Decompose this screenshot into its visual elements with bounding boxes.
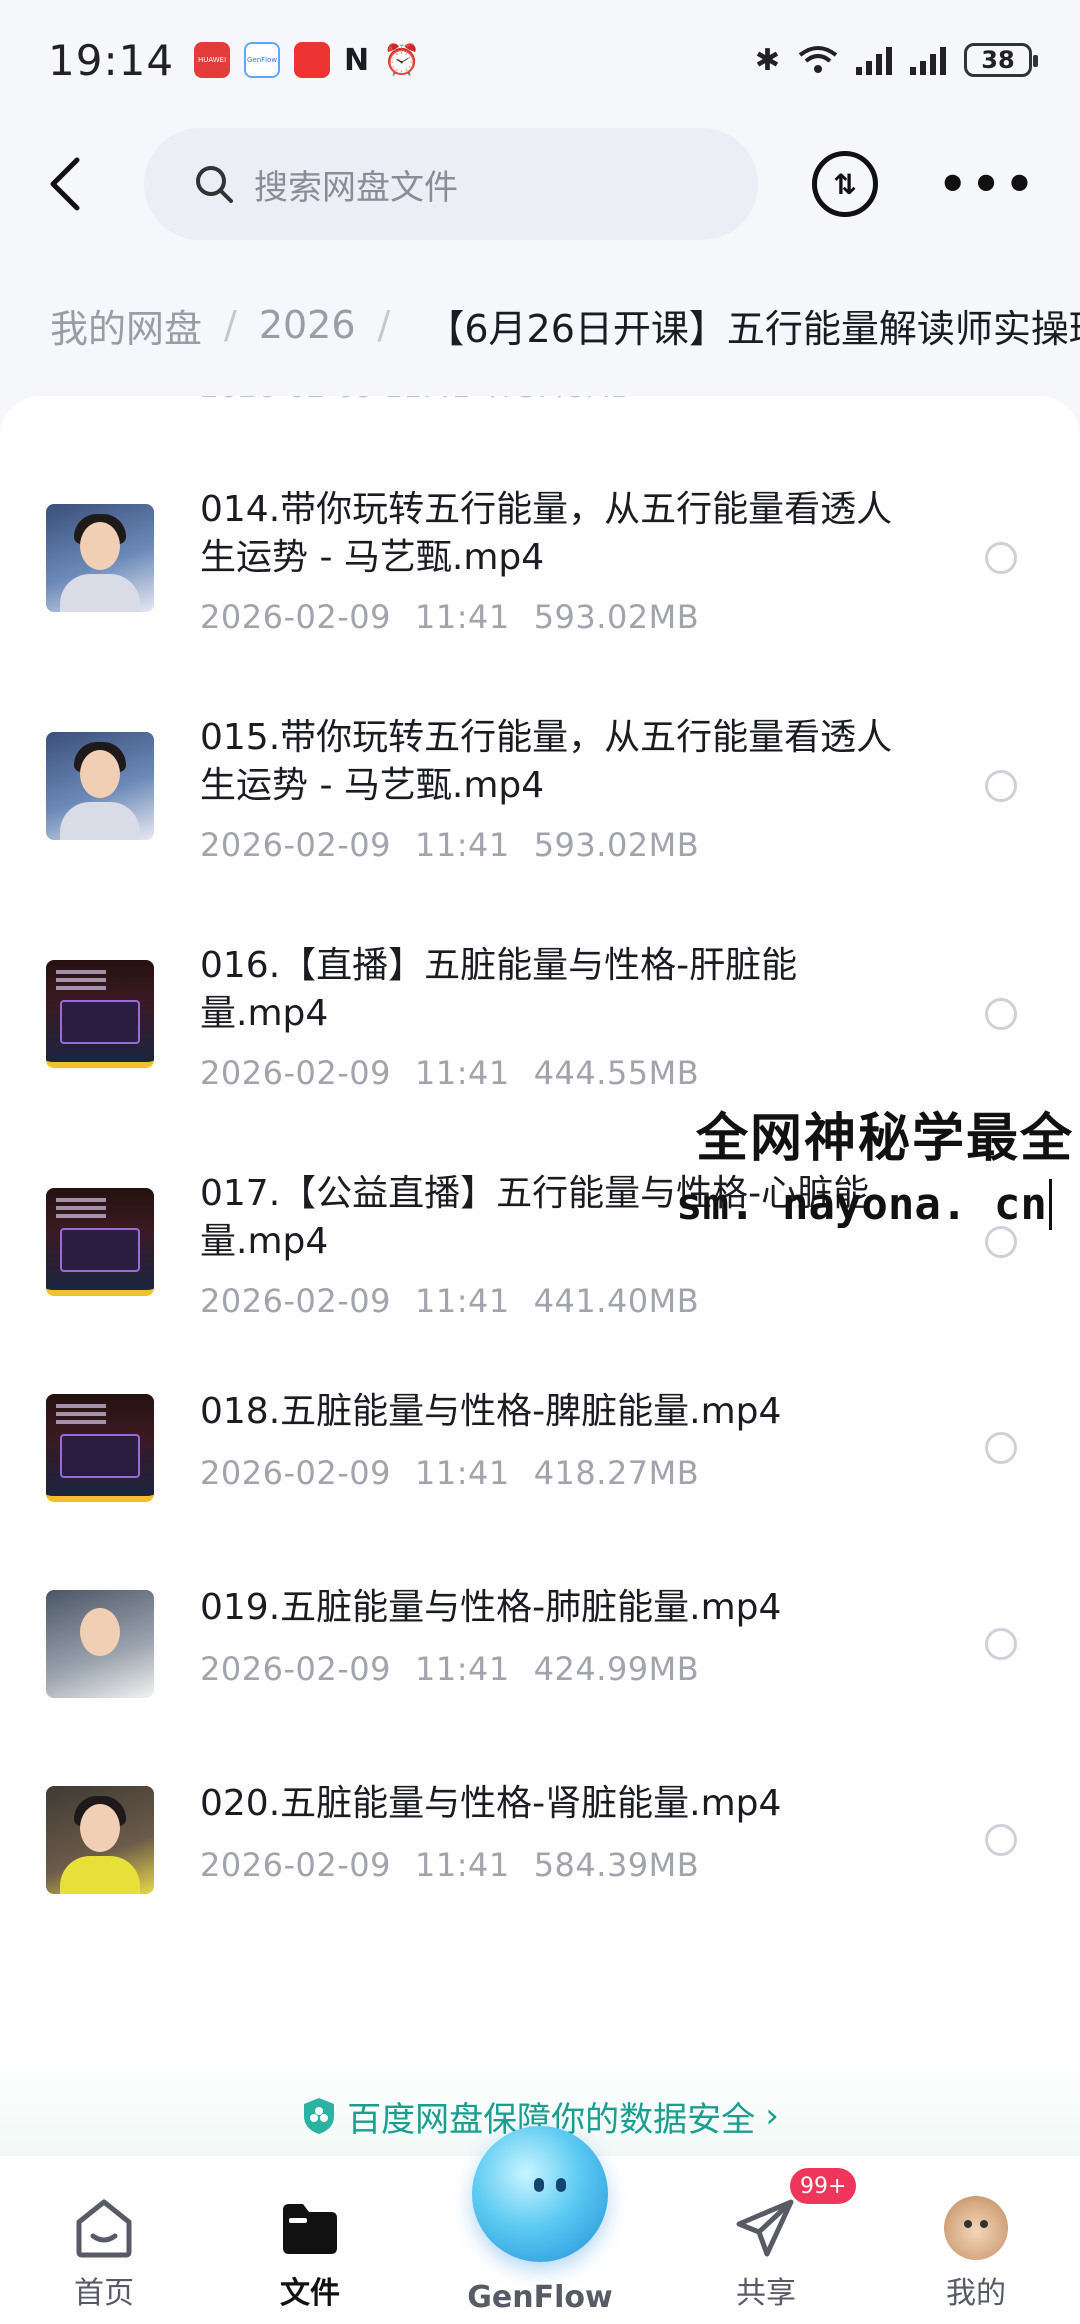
breadcrumb-separator: / <box>377 303 391 347</box>
home-icon <box>72 2196 136 2260</box>
video-thumbnail <box>46 960 154 1068</box>
nfc-icon: N <box>344 42 370 78</box>
file-name: 015.带你玩转五行能量，从五行能量看透人生运势 - 马艺甄.mp4 <box>200 717 893 806</box>
signal-icon-2 <box>910 47 946 75</box>
breadcrumb: 我的网盘 / 2026 / 【6月26日开课】五行能量解读师实操班 <box>50 290 1080 360</box>
select-radio[interactable] <box>985 542 1017 574</box>
share-count-badge: 99+ <box>790 2168 857 2204</box>
video-thumbnail <box>46 1394 154 1502</box>
file-meta: 2026-02-09 11:41 593.02MB <box>200 598 700 636</box>
nav-mine[interactable]: 我的 <box>906 2196 1046 2312</box>
alarm-icon: ⏰ <box>383 42 421 78</box>
file-meta: 2026-02-09 11:41 418.27MB <box>200 1454 700 1492</box>
file-name: 019.五脏能量与性格-肺脏能量.mp4 <box>200 1587 782 1628</box>
nav-share-label: 共享 <box>736 2276 796 2311</box>
wifi-icon <box>798 46 838 73</box>
nav-share[interactable]: 共享 <box>696 2196 836 2312</box>
folder-icon <box>278 2196 342 2260</box>
avatar <box>944 2196 1008 2260</box>
breadcrumb-folder[interactable]: 2026 <box>259 303 356 347</box>
more-button[interactable]: ••• <box>938 157 1038 211</box>
nav-genflow-label[interactable]: GenFlow <box>440 2280 640 2315</box>
nav-files[interactable]: 文件 <box>240 2196 380 2312</box>
status-bar: 19:14 HUAWEI GenFlow N ⏰ ✱ 38 <box>0 0 1080 120</box>
genflow-app-icon: GenFlow <box>244 42 281 78</box>
huawei-app-icon: HUAWEI <box>194 42 231 78</box>
breadcrumb-root[interactable]: 我的网盘 <box>50 298 202 353</box>
top-bar: 搜索网盘文件 ⇅ ••• <box>0 120 1080 248</box>
bluetooth-icon: ✱ <box>754 42 780 78</box>
video-thumbnail <box>46 1590 154 1698</box>
watermark-line1: 全网神秘学最全 <box>695 1109 1074 1169</box>
file-name: 020.五脏能量与性格-肾脏能量.mp4 <box>200 1783 782 1824</box>
nav-files-label: 文件 <box>280 2276 340 2311</box>
partial-row-meta: 2026-02-09 11:41 473.48MB <box>200 396 631 405</box>
back-button[interactable] <box>40 152 88 216</box>
status-indicators: ✱ 38 <box>754 42 1038 78</box>
video-thumbnail <box>46 732 154 840</box>
chevron-right-icon: › <box>765 2096 779 2136</box>
nav-home[interactable]: 首页 <box>34 2196 174 2312</box>
sort-icon: ⇅ <box>833 167 857 201</box>
select-radio[interactable] <box>985 998 1017 1030</box>
watermark-overlay: 全网神秘学最全 sm. nayona. cn <box>676 1096 1080 1230</box>
chevron-left-icon <box>50 157 80 211</box>
select-radio[interactable] <box>985 1432 1017 1464</box>
more-dots-icon: ••• <box>938 157 1039 211</box>
notification-app-icon <box>294 42 331 78</box>
shield-icon <box>304 2098 335 2134</box>
file-name: 016.【直播】五脏能量与性格-肝脏能量.mp4 <box>200 945 798 1034</box>
file-meta: 2026-02-09 11:41 441.40MB <box>200 1282 700 1320</box>
bottom-nav: 首页 文件 GenFlow 共享 99+ 我的 <box>0 2126 1080 2324</box>
status-app-icons: HUAWEI GenFlow N ⏰ <box>194 42 421 78</box>
select-radio[interactable] <box>985 1628 1017 1660</box>
battery-indicator: 38 <box>964 43 1038 77</box>
search-icon <box>196 166 233 203</box>
watermark-line2: sm. nayona. cn <box>676 1179 1052 1230</box>
paper-plane-icon <box>734 2196 798 2260</box>
nav-mine-label: 我的 <box>946 2276 1006 2311</box>
nav-home-label: 首页 <box>74 2276 134 2311</box>
video-thumbnail <box>46 1188 154 1296</box>
status-time: 19:14 <box>48 35 175 85</box>
search-placeholder: 搜索网盘文件 <box>254 167 458 208</box>
select-radio[interactable] <box>985 1824 1017 1856</box>
search-input[interactable]: 搜索网盘文件 <box>144 128 758 240</box>
genflow-eye <box>556 2178 566 2192</box>
video-thumbnail <box>46 1786 154 1894</box>
breadcrumb-separator: / <box>224 303 237 347</box>
file-meta: 2026-02-09 11:41 584.39MB <box>200 1846 700 1884</box>
user-avatar-icon <box>944 2196 1008 2260</box>
signal-icon <box>856 47 892 75</box>
select-radio[interactable] <box>985 1226 1017 1258</box>
file-name: 014.带你玩转五行能量，从五行能量看透人生运势 - 马艺甄.mp4 <box>200 489 893 578</box>
file-name: 018.五脏能量与性格-脾脏能量.mp4 <box>200 1391 782 1432</box>
video-thumbnail <box>46 504 154 612</box>
file-meta: 2026-02-09 11:41 424.99MB <box>200 1650 700 1688</box>
select-radio[interactable] <box>985 770 1017 802</box>
genflow-eye <box>534 2178 544 2192</box>
file-meta: 2026-02-09 11:41 444.55MB <box>200 1054 700 1092</box>
breadcrumb-current: 【6月26日开课】五行能量解读师实操班 <box>426 306 1080 351</box>
genflow-button[interactable] <box>472 2126 608 2262</box>
sort-button[interactable]: ⇅ <box>812 151 878 217</box>
file-meta: 2026-02-09 11:41 593.02MB <box>200 826 700 864</box>
